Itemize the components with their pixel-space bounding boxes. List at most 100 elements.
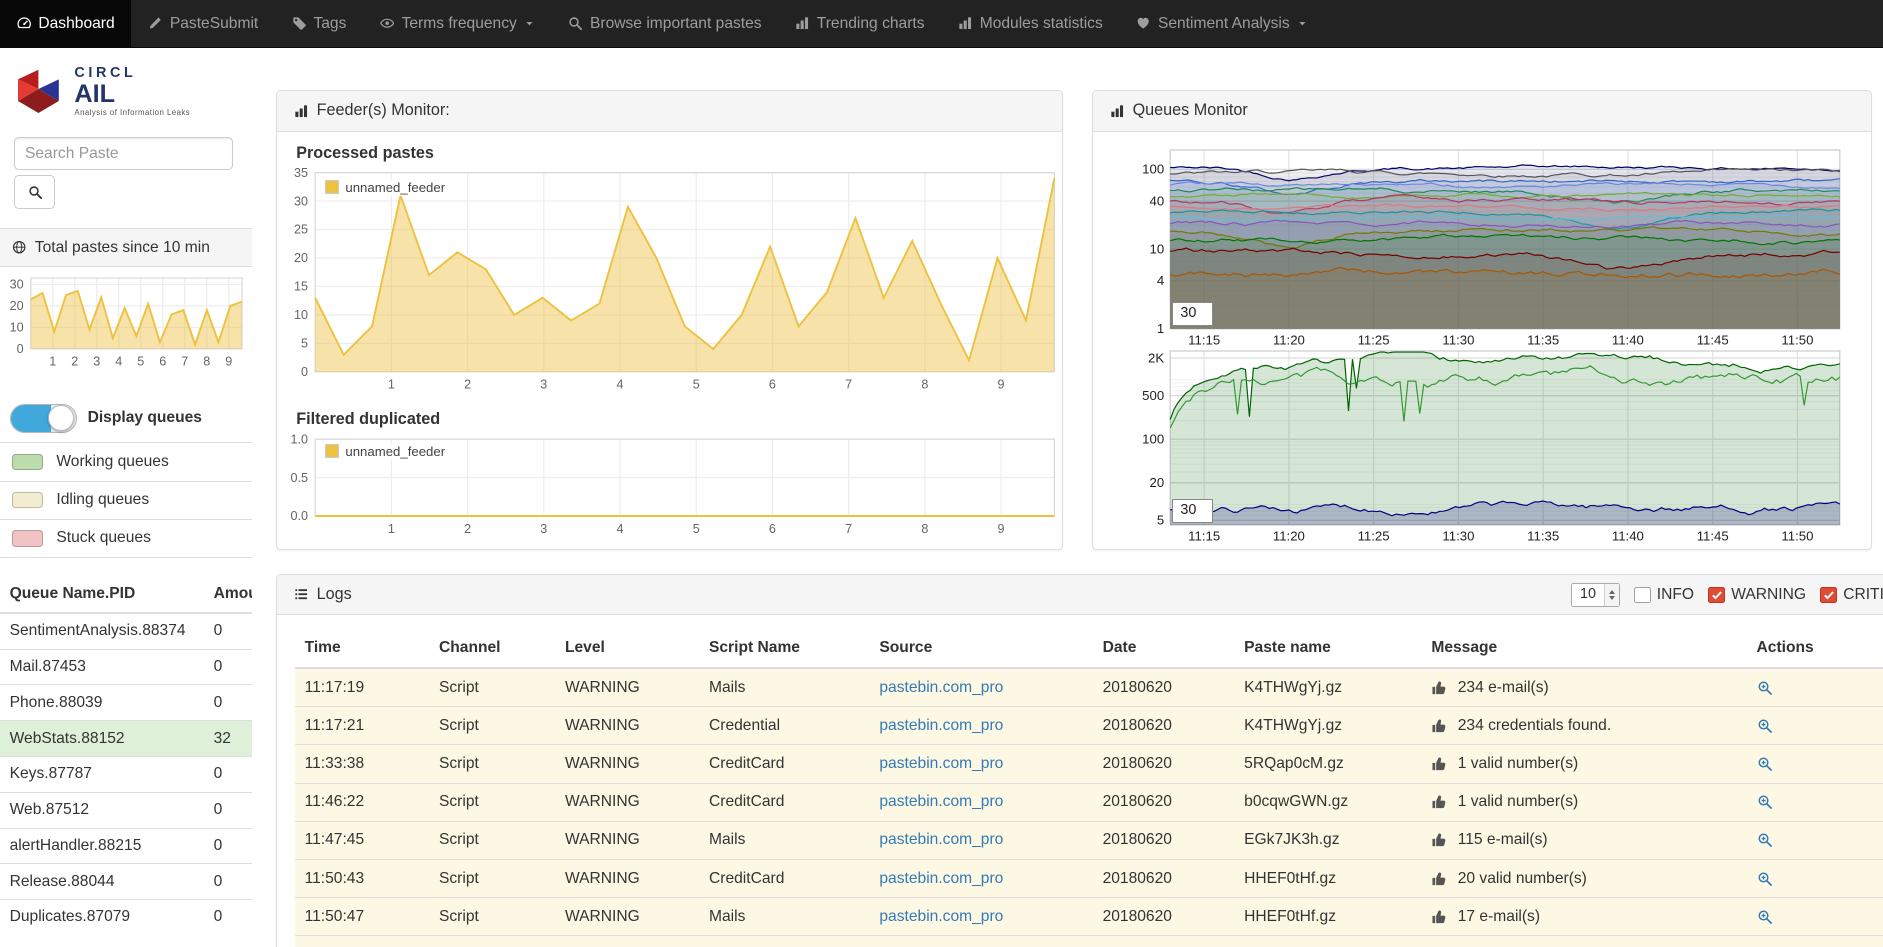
chart-legend: unnamed_feeder xyxy=(320,443,450,460)
queues-legend: Working queuesIdling queuesStuck queues xyxy=(0,442,252,558)
checkbox-warning[interactable] xyxy=(1708,587,1725,604)
queue-amount: 0 xyxy=(204,649,252,685)
log-message-text: 20 valid number(s) xyxy=(1458,870,1587,887)
log-message: 115 e-mail(s) xyxy=(1422,821,1747,859)
nav-item-browse-important-pastes[interactable]: Browse important pastes xyxy=(552,0,779,47)
spinner-arrows-icon[interactable] xyxy=(1604,584,1618,606)
svg-text:11:25: 11:25 xyxy=(1357,529,1389,544)
logo-org-text: CIRCL xyxy=(74,65,190,81)
logs-header-paste-name: Paste name xyxy=(1235,630,1422,668)
log-time: 11:17:21 xyxy=(295,707,429,745)
svg-text:1: 1 xyxy=(50,355,57,368)
svg-text:8: 8 xyxy=(204,355,211,368)
graph-window-input[interactable]: 30 xyxy=(1172,499,1213,523)
heart-icon xyxy=(1136,16,1150,30)
log-time: 11:50:43 xyxy=(295,859,429,897)
nav-item-sentiment-analysis[interactable]: Sentiment Analysis xyxy=(1120,0,1325,47)
source-link[interactable]: pastebin.com_pro xyxy=(879,679,1003,696)
source-link[interactable]: pastebin.com_pro xyxy=(879,870,1003,887)
filtered-duplicated-title: Filtered duplicated xyxy=(296,410,440,429)
legend-swatch xyxy=(12,492,43,509)
legend-row-stuck-queues: Stuck queues xyxy=(0,519,252,558)
total-pastes-heading: Total pastes since 10 min xyxy=(0,228,252,267)
legend-label: Stuck queues xyxy=(56,529,151,547)
thumbs-up-icon xyxy=(1431,680,1447,696)
legend-swatch xyxy=(325,444,339,458)
svg-text:10: 10 xyxy=(10,320,24,334)
queues-in-chart[interactable]: 14104010011:1511:2011:2511:3011:3511:401… xyxy=(1127,144,1852,350)
nav-item-terms-frequency[interactable]: Terms frequency xyxy=(363,0,551,47)
feeder-panel-title: Feeder(s) Monitor: xyxy=(317,101,450,120)
log-actions xyxy=(1747,821,1883,859)
zoom-in-icon[interactable] xyxy=(1757,832,1773,848)
log-row: 11:50:43ScriptWARNINGCreditCardpastebin.… xyxy=(295,859,1883,897)
thumbs-up-icon xyxy=(1431,909,1447,925)
search-button[interactable] xyxy=(14,175,55,209)
display-queues-label: Display queues xyxy=(88,409,202,427)
queue-amount: 32 xyxy=(204,721,252,757)
svg-text:0: 0 xyxy=(301,365,308,379)
log-message: 1 valid number(s) xyxy=(1422,936,1747,947)
chart-icon xyxy=(795,16,809,30)
log-actions xyxy=(1747,898,1883,936)
zoom-in-icon[interactable] xyxy=(1757,756,1773,772)
logs-page-size-input[interactable]: 10 xyxy=(1571,583,1620,607)
svg-text:0.5: 0.5 xyxy=(291,471,309,485)
log-row: 11:17:19ScriptWARNINGMailspastebin.com_p… xyxy=(295,668,1883,707)
source-link[interactable]: pastebin.com_pro xyxy=(879,755,1003,772)
search-paste-input[interactable] xyxy=(14,137,232,171)
graph-window-input[interactable]: 30 xyxy=(1172,302,1213,326)
nav-item-modules-statistics[interactable]: Modules statistics xyxy=(941,0,1119,47)
svg-text:7: 7 xyxy=(182,355,189,368)
log-message: 17 e-mail(s) xyxy=(1422,898,1747,936)
svg-text:1: 1 xyxy=(388,378,395,392)
log-time: 11:47:45 xyxy=(295,821,429,859)
source-link[interactable]: pastebin.com_pro xyxy=(879,831,1003,848)
svg-text:11:50: 11:50 xyxy=(1781,529,1813,544)
chart-legend: unnamed_feeder xyxy=(320,179,450,196)
feeder-panel-heading: Feeder(s) Monitor: xyxy=(277,91,1062,132)
zoom-in-icon[interactable] xyxy=(1757,909,1773,925)
log-actions xyxy=(1747,707,1883,745)
legend-label: Idling queues xyxy=(56,491,149,509)
svg-text:4: 4 xyxy=(1156,273,1163,288)
nav-item-trending-charts[interactable]: Trending charts xyxy=(778,0,941,47)
queue-row: SentimentAnalysis.883740 xyxy=(0,613,252,649)
checkbox-info[interactable] xyxy=(1634,587,1651,604)
zoom-in-icon[interactable] xyxy=(1757,718,1773,734)
filter-warning: WARNING xyxy=(1708,586,1806,604)
source-link[interactable]: pastebin.com_pro xyxy=(879,717,1003,734)
svg-text:4: 4 xyxy=(116,355,123,368)
svg-text:8: 8 xyxy=(922,522,929,536)
checkbox-critical[interactable] xyxy=(1820,587,1837,604)
queue-amount: 0 xyxy=(204,792,252,828)
svg-text:11:45: 11:45 xyxy=(1696,529,1728,544)
source-link[interactable]: pastebin.com_pro xyxy=(879,793,1003,810)
chart-icon xyxy=(958,16,972,30)
log-script-name: Mails xyxy=(699,668,869,707)
display-queues-toggle[interactable] xyxy=(10,404,77,433)
log-script-name: Mails xyxy=(699,821,869,859)
svg-text:6: 6 xyxy=(769,522,776,536)
log-script-name: Mails xyxy=(699,898,869,936)
log-source: pastebin.com_pro xyxy=(870,859,1093,897)
filter-label: WARNING xyxy=(1731,586,1806,604)
legend-swatch xyxy=(325,180,339,194)
nav-item-label: PasteSubmit xyxy=(170,15,258,33)
log-source: pastebin.com_pro xyxy=(870,668,1093,707)
zoom-in-icon[interactable] xyxy=(1757,871,1773,887)
nav-item-label: Sentiment Analysis xyxy=(1158,15,1290,33)
log-row: 11:33:38ScriptWARNINGCreditCardpastebin.… xyxy=(295,745,1883,783)
nav-item-tags[interactable]: Tags xyxy=(275,0,363,47)
svg-text:30: 30 xyxy=(10,278,24,292)
nav-item-dashboard[interactable]: Dashboard xyxy=(0,0,131,47)
nav-item-pastesubmit[interactable]: PasteSubmit xyxy=(131,0,275,47)
svg-text:2: 2 xyxy=(464,522,471,536)
queues-out-chart[interactable]: 5201005002K11:1511:2011:2511:3011:3511:4… xyxy=(1127,345,1852,547)
queue-amount: 0 xyxy=(204,756,252,792)
svg-text:2K: 2K xyxy=(1148,351,1164,366)
zoom-in-icon[interactable] xyxy=(1757,680,1773,696)
zoom-in-icon[interactable] xyxy=(1757,794,1773,810)
log-level: WARNING xyxy=(555,936,699,947)
source-link[interactable]: pastebin.com_pro xyxy=(879,908,1003,925)
